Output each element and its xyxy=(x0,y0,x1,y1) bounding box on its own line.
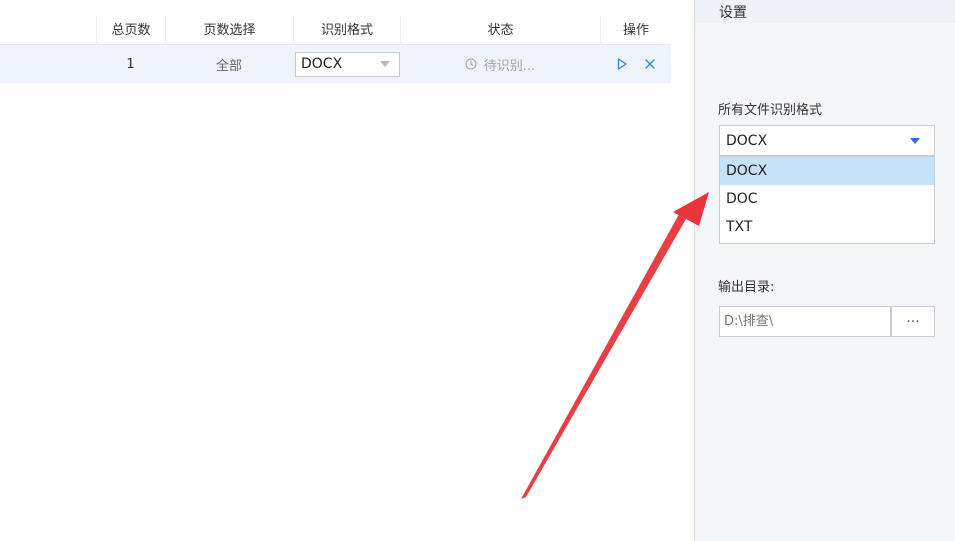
all-files-format-select[interactable]: DOCX xyxy=(719,125,935,156)
format-cell: DOCX xyxy=(293,45,400,83)
column-header-status: 状态 xyxy=(400,16,600,45)
actions-cell xyxy=(600,45,671,83)
format-select-value: DOCX xyxy=(726,132,768,149)
format-option-doc[interactable]: DOC xyxy=(720,185,934,213)
play-icon[interactable] xyxy=(615,57,629,71)
settings-panel: 设置 所有文件识别格式 DOCX DOCX DOC TXT 输出目录: ··· xyxy=(695,0,955,541)
format-option-docx[interactable]: DOCX xyxy=(720,157,934,185)
settings-title: 设置 xyxy=(719,5,747,21)
close-icon[interactable] xyxy=(643,57,657,71)
settings-header: 设置 xyxy=(695,0,955,23)
status-indicator: 待识别... xyxy=(465,55,535,74)
output-directory-label: 输出目录: xyxy=(718,280,775,295)
browse-button[interactable]: ··· xyxy=(891,306,935,337)
format-label: 所有文件识别格式 xyxy=(718,103,823,118)
page-selection-cell[interactable]: 全部 xyxy=(165,45,293,83)
row-format-select[interactable]: DOCX xyxy=(295,51,400,77)
format-option-txt[interactable]: TXT xyxy=(720,213,934,241)
status-text: 待识别... xyxy=(483,58,536,74)
table-header: 总页数 页数选择 识别格式 状态 操作 xyxy=(0,16,671,45)
row-format-value: DOCX xyxy=(301,56,343,72)
row-actions xyxy=(615,57,657,71)
format-dropdown-list: DOCX DOC TXT xyxy=(719,156,935,244)
caret-down-icon xyxy=(380,61,390,67)
column-header-format: 识别格式 xyxy=(293,16,400,45)
table-row[interactable]: 1 全部 DOCX 待识别... xyxy=(0,45,671,83)
column-header-total-pages: 总页数 xyxy=(96,16,165,45)
output-directory-input[interactable] xyxy=(719,306,891,337)
column-header-page-selection: 页数选择 xyxy=(165,16,293,45)
caret-down-icon xyxy=(910,137,920,144)
file-name-cell xyxy=(0,45,96,83)
file-table: 总页数 页数选择 识别格式 状态 操作 1 全部 DOCX 待识别... xyxy=(0,0,671,541)
panel-gap xyxy=(671,0,694,541)
total-pages-cell: 1 xyxy=(126,56,135,72)
status-cell: 待识别... xyxy=(400,45,600,83)
clock-icon xyxy=(465,58,477,70)
column-header-name xyxy=(0,16,96,45)
column-header-actions: 操作 xyxy=(600,16,671,45)
